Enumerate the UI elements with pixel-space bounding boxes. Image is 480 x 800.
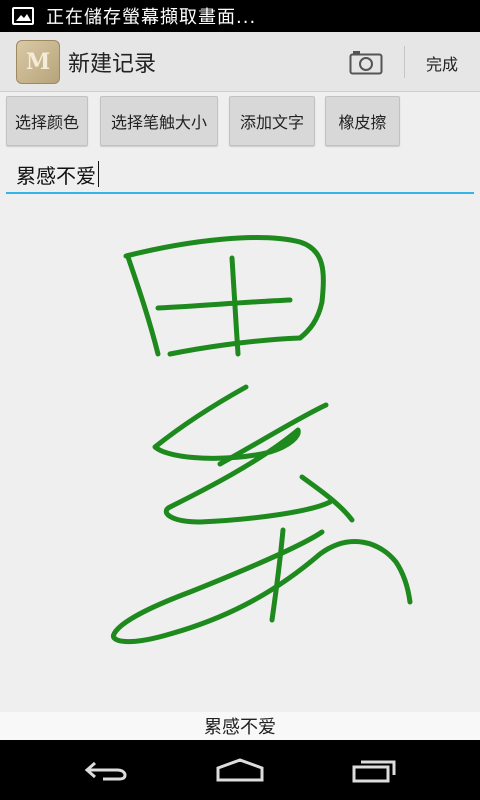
navigation-bar	[0, 740, 480, 800]
stroke-silk-right	[299, 474, 355, 523]
stroke-field-vertical	[229, 255, 241, 357]
add-text-button[interactable]: 添加文字	[229, 96, 315, 146]
action-bar: M 新建记录 完成	[0, 32, 480, 92]
status-notification-text: 正在儲存螢幕擷取畫面...	[46, 7, 257, 28]
choose-color-button[interactable]: 选择颜色	[6, 96, 88, 146]
text-cursor	[98, 161, 99, 187]
stroke-bottom-sweep	[111, 529, 413, 645]
image-notification-icon	[12, 7, 34, 25]
home-icon	[216, 758, 264, 782]
back-button[interactable]	[76, 752, 136, 788]
page-title: 新建记录	[68, 51, 157, 77]
drawing-canvas[interactable]	[0, 202, 480, 712]
recent-apps-icon	[352, 760, 396, 783]
note-text-input[interactable]: 累感不爱	[6, 156, 474, 194]
tool-bar: 选择颜色 选择笔触大小 添加文字 橡皮擦	[0, 96, 480, 148]
back-icon	[84, 761, 127, 781]
action-bar-divider	[404, 46, 405, 78]
stroke-field-left	[125, 254, 161, 357]
recent-apps-button[interactable]	[344, 752, 404, 788]
eraser-button[interactable]: 橡皮擦	[325, 96, 400, 146]
status-bar: 正在儲存螢幕擷取畫面...	[0, 0, 480, 32]
choose-brush-size-button[interactable]: 选择笔触大小	[100, 96, 218, 146]
stroke-bottom-vertical	[269, 527, 286, 623]
home-button[interactable]	[210, 752, 270, 788]
app-notebook-icon[interactable]: M	[16, 39, 60, 84]
stroke-field-middle	[155, 297, 293, 311]
editor-content: 选择颜色 选择笔触大小 添加文字 橡皮擦 累感不爱 累感不爱	[0, 92, 480, 740]
stroke-silk-tick	[217, 402, 329, 467]
camera-icon	[349, 51, 383, 75]
bottom-caption: 累感不爱	[0, 712, 480, 740]
stroke-silk-upper	[152, 384, 333, 525]
camera-button[interactable]	[346, 44, 386, 80]
note-text-value: 累感不爱	[16, 163, 96, 188]
stroke-field-top-right	[123, 235, 326, 341]
done-button[interactable]: 完成	[414, 48, 470, 78]
